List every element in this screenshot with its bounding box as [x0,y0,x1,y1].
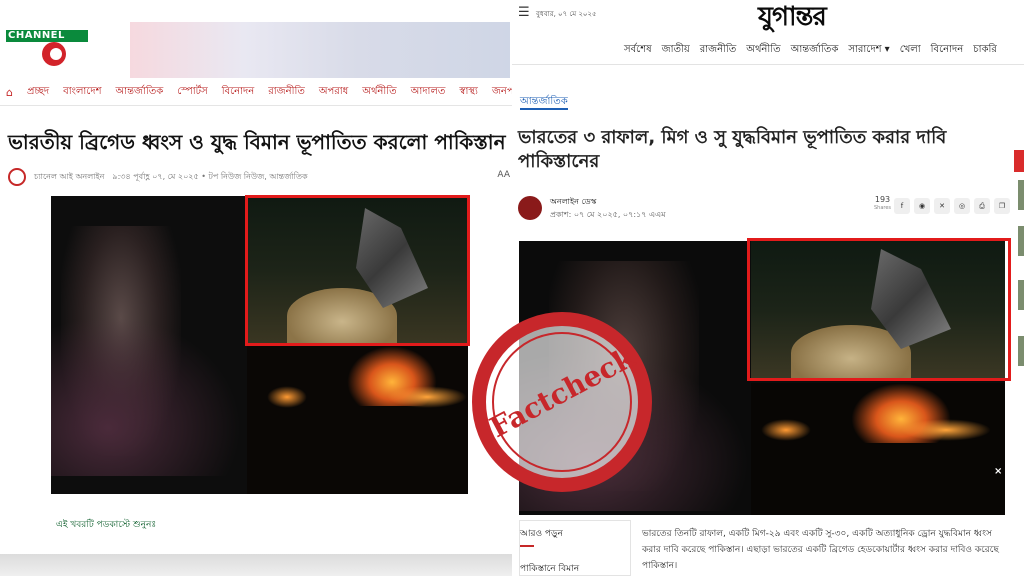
sidebar-tab[interactable] [1014,150,1024,172]
factcheck-stamp: Factcheck [472,312,652,492]
read-more-underline [520,545,534,547]
left-byline: চ্যানেল আই অনলাইন ৯:৩৪ পূর্বাহ্ণ ০৭, মে … [8,166,512,188]
channel-logo-mark-inner [50,48,62,60]
podcast-listen-link[interactable]: এই খবরটি পডকাস্টে শুনুনঃ [56,517,156,532]
nav-item[interactable]: জাতীয় [662,42,690,56]
channel-logo[interactable]: CHANNEL [6,30,88,66]
fire-flame [387,386,467,408]
sidebar-thumbnail[interactable] [1018,226,1024,256]
highlight-box-right [747,238,1011,381]
author-avatar [518,196,542,220]
nav-item[interactable]: অর্থনীতি [362,84,396,101]
header-date: বুধবার, ০৭ মে ২০২৫ [536,10,597,18]
facebook-icon[interactable]: f [894,198,910,214]
nav-item[interactable]: স্পোর্টস [177,84,207,101]
right-headline: ভারতের ৩ রাফাল, মিগ ও সু যুদ্ধবিমান ভূপা… [518,127,947,172]
nav-item[interactable]: রাজনীতি [268,84,305,101]
left-article-screenshot: CHANNEL ⌂ প্রচ্ছদ বাংলাদেশ আন্তর্জাতিক স… [0,0,512,576]
fire-flame [267,386,307,408]
night-glow [51,316,241,476]
publish-date: প্রকাশ: ০৭ মে ২০২৫, ০৭:১৭ এএম [550,210,666,219]
left-headline: ভারতীয় ব্রিগেড ধ্বংস ও যুদ্ধ বিমান ভূপা… [8,130,506,154]
share-buttons: f ◉ ✕ ◎ ⎙ ❐ [894,198,1010,214]
fire-flame [761,419,811,441]
nav-item[interactable]: বিনোদন [222,84,255,101]
font-size-toggle[interactable]: AA [497,170,510,180]
fire-photo [247,346,468,494]
close-icon[interactable]: × [994,466,1002,477]
nav-divider [512,64,1024,65]
read-more-link[interactable]: পাকিস্তানে বিমান [520,561,630,576]
nav-item[interactable]: অর্থনীতি [746,42,780,56]
nav-item[interactable]: সারাদেশ ▾ [848,42,889,56]
sidebar-thumbnails [1014,150,1024,520]
nav-item[interactable]: স্বাস্থ্য [459,84,478,101]
hamburger-menu-icon[interactable]: ☰ [518,5,530,20]
read-more-section: আরও পড়ুন পাকিস্তানে বিমান [520,526,630,576]
highlight-box-left [245,195,470,346]
print-icon[interactable]: ⎙ [974,198,990,214]
share-count-label: Shares [874,205,892,211]
nav-item[interactable]: বাংলাদেশ [63,84,101,101]
byline-meta: ৯:৩৪ পূর্বাহ্ণ ০৭, মে ২০২৫ • টপ নিউজ নিউ… [112,171,308,181]
channel-logo-text: CHANNEL [6,30,88,42]
share-count-value: 193 [874,195,891,204]
author-avatar [8,168,26,186]
right-byline: অনলাইন ডেস্ক প্রকাশ: ০৭ মে ২০২৫, ০৭:১৭ এ… [518,194,1018,222]
sidebar-thumbnail[interactable] [1018,280,1024,310]
jugantor-logo[interactable]: যুগান্তর [758,0,827,40]
nav-item[interactable]: আন্তর্জাতিক [791,42,839,56]
messenger-icon[interactable]: ◉ [914,198,930,214]
sidebar-thumbnail[interactable] [1018,336,1024,366]
left-footer-fade [0,554,512,576]
nav-item[interactable]: আদালত [411,84,446,101]
read-more-label: আরও পড়ুন [520,529,563,539]
category-underline [520,108,568,110]
right-nav-bar: সর্বশেষ জাতীয় রাজনীতি অর্থনীতি আন্তর্জা… [624,42,997,56]
nav-item[interactable]: রাজনীতি [700,42,737,56]
left-nav-bar: ⌂ প্রচ্ছদ বাংলাদেশ আন্তর্জাতিক স্পোর্টস … [0,80,512,106]
sidebar-thumbnail[interactable] [1018,180,1024,210]
whatsapp-icon[interactable]: ◎ [954,198,970,214]
left-header: CHANNEL [0,0,512,78]
nav-item[interactable]: খেলা [900,42,921,56]
header-banner-ad[interactable] [130,22,510,78]
factcheck-comparison: CHANNEL ⌂ প্রচ্ছদ বাংলাদেশ আন্তর্জাতিক স… [0,0,1024,576]
copy-icon[interactable]: ❐ [994,198,1010,214]
article-body: ভারতের তিনটি রাফাল, একটি মিগ-২৯ এবং একটি… [642,529,999,571]
nav-item[interactable]: সর্বশেষ [624,42,652,56]
x-icon[interactable]: ✕ [934,198,950,214]
nav-item[interactable]: প্রচ্ছদ [27,84,49,101]
share-count: 193 Shares [874,196,891,212]
nav-item[interactable]: অপরাধ [319,84,348,101]
nav-item[interactable]: জনপদ [492,84,512,101]
nav-item[interactable]: চাকরি [973,42,997,56]
fire-flame [901,419,991,441]
nav-item[interactable]: বিনোদন [931,42,964,56]
home-icon[interactable]: ⌂ [6,86,13,99]
byline-author[interactable]: অনলাইন ডেস্ক [550,196,596,209]
nav-item[interactable]: আন্তর্জাতিক [115,84,163,101]
fire-photo [751,383,1005,515]
byline-author[interactable]: চ্যানেল আই অনলাইন [34,171,104,184]
